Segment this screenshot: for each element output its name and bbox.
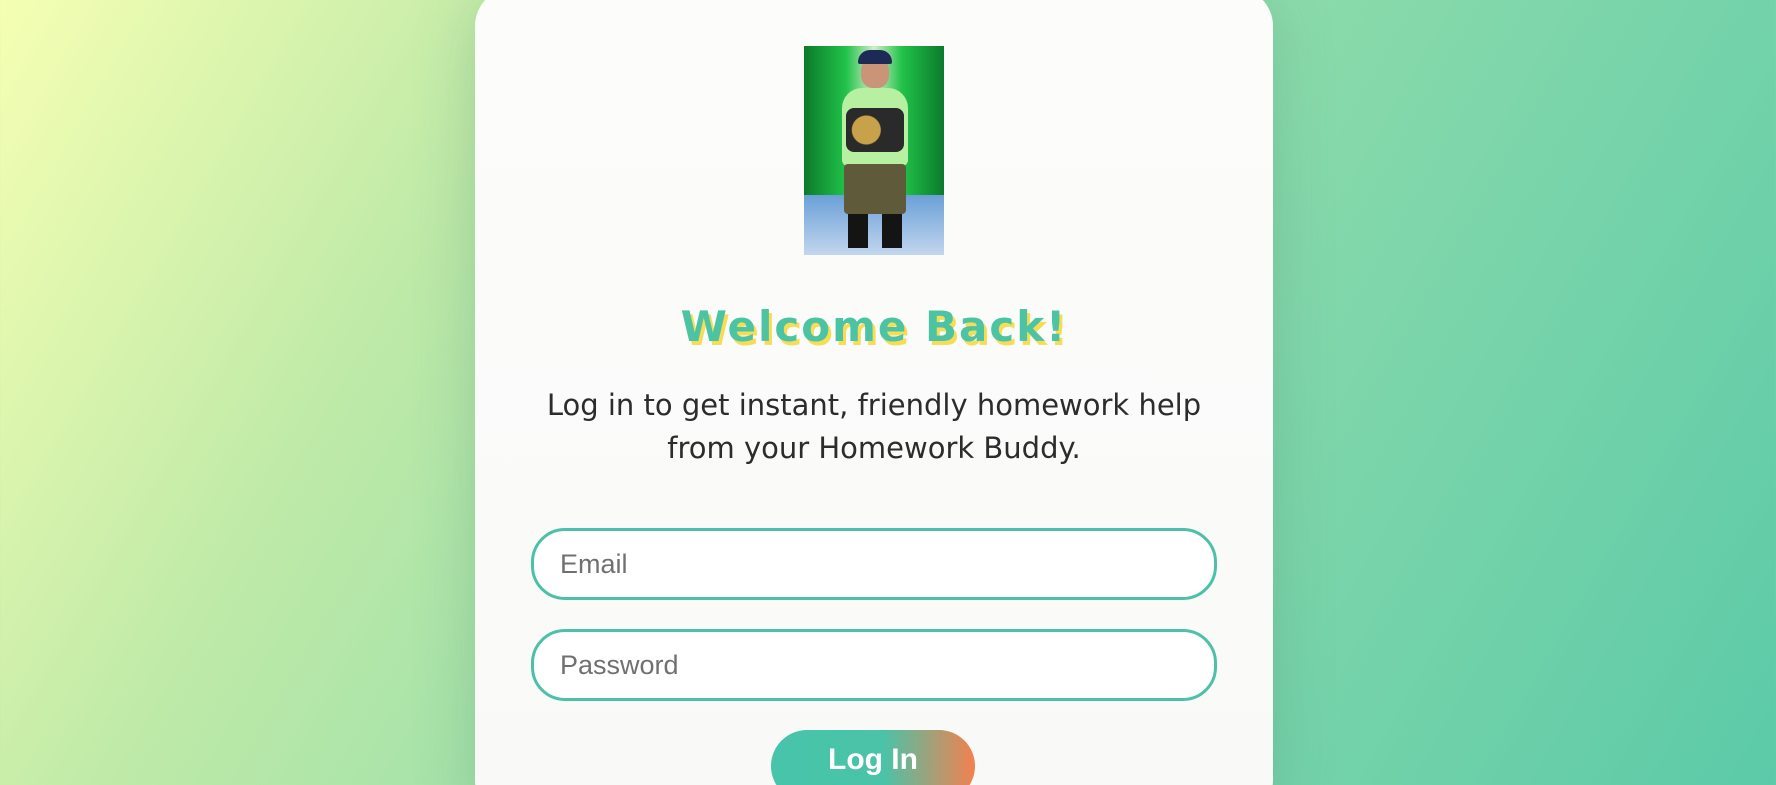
photo-championship-belt (846, 108, 904, 152)
photo-figure-leg-left (848, 214, 868, 248)
photo-figure-leg-right (882, 214, 902, 248)
page-title: Welcome Back! (680, 302, 1068, 351)
password-field[interactable] (531, 629, 1217, 701)
login-button[interactable]: Log In (771, 730, 975, 785)
login-card: Welcome Back! Log in to get instant, fri… (475, 0, 1273, 785)
email-field[interactable] (531, 528, 1217, 600)
page-subtitle: Log in to get instant, friendly homework… (546, 388, 1202, 465)
photo-figure-shorts (844, 164, 906, 214)
profile-photo (804, 46, 944, 255)
photo-figure-cap (858, 50, 892, 64)
